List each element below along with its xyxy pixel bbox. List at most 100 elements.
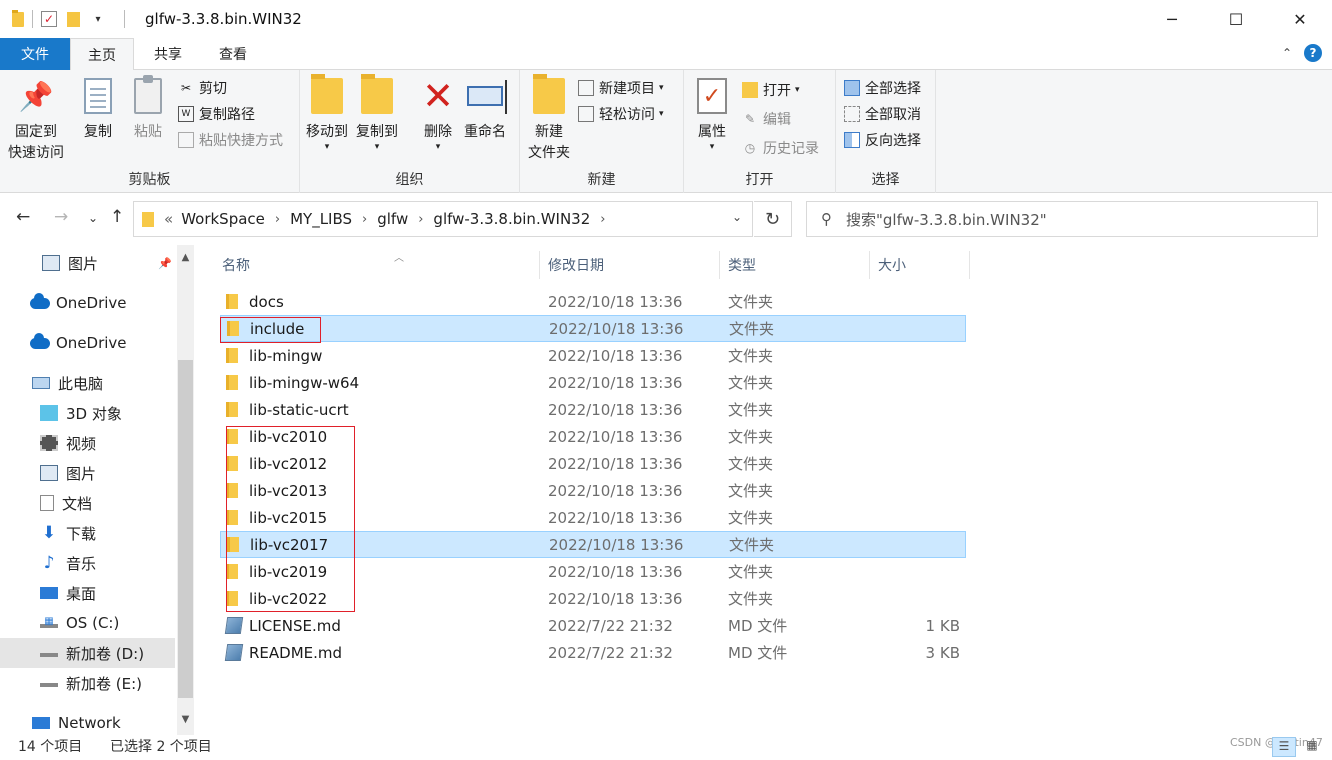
sidebar-item-label: 新加卷 (D:) (66, 644, 145, 663)
select-none-button[interactable]: 全部取消 (844, 102, 921, 126)
up-arrow-icon[interactable]: ↑ (110, 207, 124, 227)
file-date: 2022/10/18 13:36 (549, 319, 684, 338)
copy-to-button[interactable]: 复制到 ▾ (356, 74, 398, 152)
sidebar-item-downloads[interactable]: ⬇ 下载 (0, 518, 175, 548)
recent-locations-chevron-icon[interactable]: ⌄ (88, 211, 98, 225)
tab-view[interactable]: 查看 (202, 38, 264, 70)
sidebar-scrollbar[interactable]: ▲ ▼ (177, 245, 194, 735)
collapse-ribbon-chevron-icon[interactable]: ⌃ (1282, 46, 1292, 60)
address-bar[interactable]: « WorkSpace › MY_LIBS › glfw › glfw-3.3.… (133, 201, 753, 237)
new-folder-quick-icon[interactable] (67, 11, 80, 27)
column-header-type[interactable]: 类型 (720, 251, 870, 279)
copy-button[interactable]: 复制 (80, 76, 116, 143)
sidebar-item-pictures[interactable]: 图片 (0, 458, 175, 488)
easy-access-button[interactable]: 轻松访问 ▾ (578, 102, 664, 126)
forward-arrow-icon[interactable]: → (54, 207, 68, 227)
scrollbar-thumb[interactable] (178, 360, 193, 698)
sidebar-item-label: 文档 (62, 494, 93, 513)
scissors-icon: ✂ (180, 81, 192, 95)
sidebar-item-this-pc[interactable]: 此电脑 (0, 368, 175, 398)
file-row[interactable]: lib-mingw 2022/10/18 13:36 文件夹 (220, 342, 966, 369)
copy-path-button[interactable]: W 复制路径 (178, 102, 255, 126)
properties-quick-icon[interactable]: ✓ (41, 11, 57, 27)
refresh-button[interactable]: ↻ (754, 201, 792, 237)
breadcrumb-separator-icon[interactable]: › (418, 212, 423, 227)
new-item-button[interactable]: 新建项目 ▾ (578, 76, 664, 100)
tab-file[interactable]: 文件 (0, 38, 70, 70)
details-view-button[interactable]: ☰ (1272, 737, 1296, 757)
tab-share[interactable]: 共享 (138, 38, 198, 70)
sidebar-item-drive-c[interactable]: ▦ OS (C:) (0, 608, 175, 638)
select-all-button[interactable]: 全部选择 (844, 76, 921, 100)
tab-home[interactable]: 主页 (70, 38, 134, 71)
sidebar-item-music[interactable]: ♪ 音乐 (0, 548, 175, 578)
breadcrumb-workspace[interactable]: WorkSpace (181, 210, 265, 228)
pin-icon[interactable]: 📌 (158, 257, 172, 270)
sidebar-item-desktop[interactable]: 桌面 (0, 578, 175, 608)
address-history-chevron-icon[interactable]: ⌄ (732, 210, 742, 224)
delete-button[interactable]: ✕ 删除 ▾ (420, 76, 456, 152)
pin-to-quick-access-button[interactable]: 📌 固定到 快速访问 (8, 76, 64, 164)
close-button[interactable]: ✕ (1268, 0, 1332, 38)
scroll-up-chevron-icon[interactable]: ▲ (177, 249, 194, 266)
file-row[interactable]: lib-mingw-w64 2022/10/18 13:36 文件夹 (220, 369, 966, 396)
invert-selection-button[interactable]: 反向选择 (844, 128, 921, 152)
breadcrumb-current[interactable]: glfw-3.3.8.bin.WIN32 (433, 210, 590, 228)
file-row[interactable]: LICENSE.md 2022/7/22 21:32 MD 文件 1 KB (220, 612, 966, 639)
breadcrumb-my-libs[interactable]: MY_LIBS (290, 210, 352, 228)
sidebar-item-onedrive-2[interactable]: OneDrive (0, 328, 175, 358)
breadcrumb-separator-icon[interactable]: › (600, 212, 605, 227)
file-type: 文件夹 (728, 428, 774, 446)
sidebar-item-documents[interactable]: 文档 (0, 488, 175, 518)
maximize-button[interactable]: ☐ (1204, 0, 1268, 38)
file-row[interactable]: lib-static-ucrt 2022/10/18 13:36 文件夹 (220, 396, 966, 423)
cut-button[interactable]: ✂ 剪切 (178, 76, 227, 100)
customize-toolbar-chevron-icon[interactable]: ▾ (90, 11, 106, 27)
sidebar-item-videos[interactable]: 视频 (0, 428, 175, 458)
history-button[interactable]: ◷ 历史记录 (742, 136, 819, 160)
column-header-name[interactable]: ︿ 名称 (214, 251, 540, 279)
column-header-date[interactable]: 修改日期 (540, 251, 720, 279)
breadcrumb-overflow[interactable]: « (164, 210, 173, 228)
edit-button[interactable]: ✎ 编辑 (742, 107, 791, 131)
help-icon[interactable]: ? (1304, 44, 1322, 62)
sidebar-item-3d-objects[interactable]: 3D 对象 (0, 398, 175, 428)
file-name-cell: lib-mingw-w64 (226, 374, 359, 392)
breadcrumb-separator-icon[interactable]: › (362, 212, 367, 227)
sidebar-item-label: OneDrive (56, 334, 127, 352)
file-row[interactable]: README.md 2022/7/22 21:32 MD 文件 3 KB (220, 639, 966, 666)
sidebar-item-pictures-pinned[interactable]: 图片 📌 (0, 248, 175, 278)
copy-path-icon: W (178, 106, 194, 122)
open-button[interactable]: 打开 ▾ (742, 78, 800, 102)
column-header-size[interactable]: 大小 (870, 251, 970, 279)
file-name-cell: README.md (224, 644, 342, 662)
search-box[interactable]: ⚲ 搜索"glfw-3.3.8.bin.WIN32" (806, 201, 1318, 237)
sidebar-item-onedrive[interactable]: OneDrive (0, 288, 175, 318)
sidebar-item-drive-e[interactable]: 新加卷 (E:) (0, 668, 175, 698)
file-date: 2022/10/18 13:36 (548, 373, 683, 392)
file-row[interactable]: include 2022/10/18 13:36 文件夹 (220, 315, 966, 342)
scroll-down-chevron-icon[interactable]: ▼ (177, 711, 194, 728)
file-type: 文件夹 (728, 293, 774, 311)
minimize-button[interactable]: ─ (1140, 0, 1204, 38)
paste-label: 粘贴 (134, 124, 162, 140)
paste-button[interactable]: 粘贴 (130, 75, 166, 143)
breadcrumb-glfw[interactable]: glfw (377, 210, 408, 228)
breadcrumb-separator-icon[interactable]: › (275, 212, 280, 227)
large-icons-view-button[interactable]: ▦ (1300, 737, 1324, 757)
sidebar-item-drive-d[interactable]: 新加卷 (D:) (0, 638, 175, 668)
properties-dropdown-icon: ▾ (709, 142, 715, 152)
new-folder-button[interactable]: 新建 文件夹 (528, 74, 570, 164)
back-arrow-icon[interactable]: ← (16, 207, 30, 227)
file-row[interactable]: docs 2022/10/18 13:36 文件夹 (220, 288, 966, 315)
sidebar-item-network[interactable]: Network (0, 708, 175, 735)
paste-shortcut-button[interactable]: 粘贴快捷方式 (178, 128, 283, 152)
rename-button[interactable]: 重命名 (464, 76, 507, 143)
rename-label: 重命名 (464, 124, 506, 140)
new-item-icon (578, 80, 594, 96)
videos-icon (40, 435, 58, 451)
properties-button[interactable]: ✓ 属性 ▾ (694, 76, 730, 152)
sidebar-item-label: 新加卷 (E:) (66, 674, 143, 693)
open-group-label: 打开 (745, 172, 774, 188)
move-to-button[interactable]: 移动到 ▾ (306, 74, 348, 152)
